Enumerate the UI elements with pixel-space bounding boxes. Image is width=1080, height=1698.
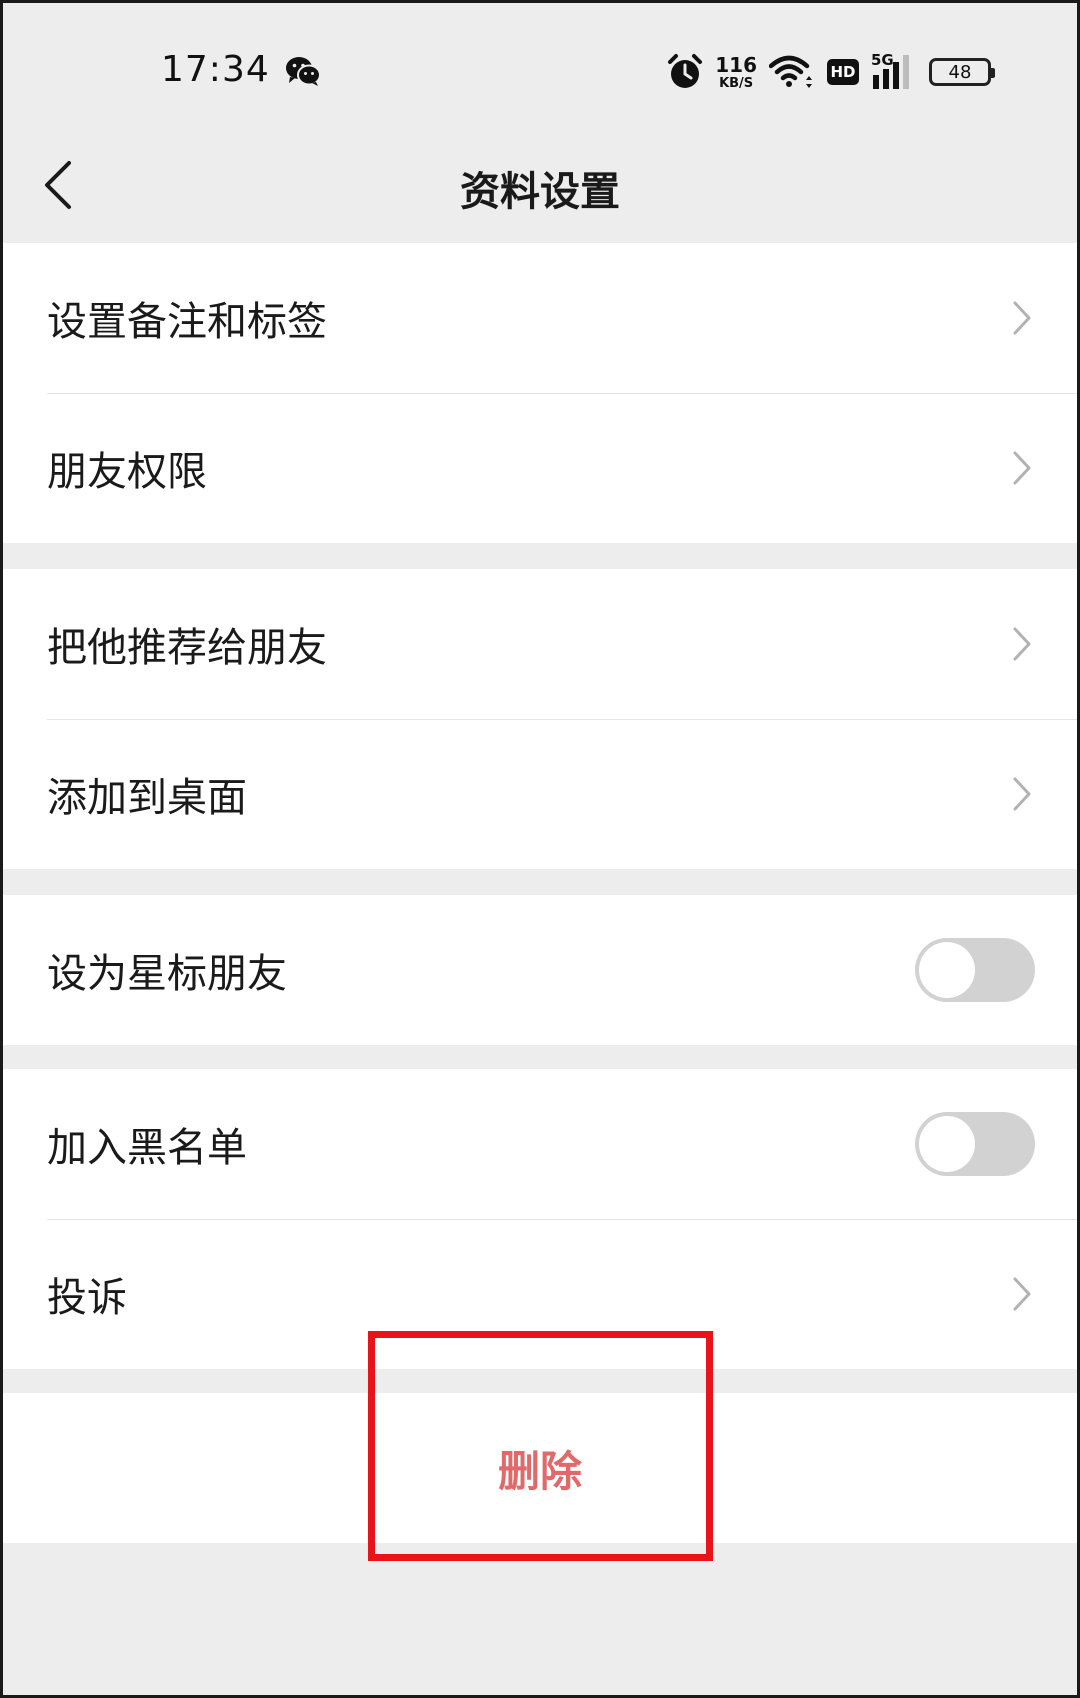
status-bar: 17:34 116 KB/S HD 5G 48 <box>3 3 1077 133</box>
row-friend-permissions[interactable]: 朋友权限 <box>3 393 1077 543</box>
nav-bar: 资料设置 <box>3 133 1077 243</box>
row-label: 加入黑名单 <box>47 1125 247 1171</box>
blacklist-toggle[interactable] <box>915 1112 1035 1176</box>
battery-level: 48 <box>948 61 972 83</box>
network-speed-value: 116 <box>715 52 757 77</box>
row-star-friend: 设为星标朋友 <box>3 895 1077 1045</box>
row-blacklist: 加入黑名单 <box>3 1069 1077 1219</box>
wechat-icon <box>286 57 321 86</box>
chevron-right-icon <box>1013 777 1031 811</box>
highlight-box <box>368 1331 713 1561</box>
signal-indicator: 5G <box>871 51 917 91</box>
screen: 17:34 116 KB/S HD 5G 48 资料设置 设置备注和标签 朋友权… <box>0 0 1080 1698</box>
row-recommend-to-friend[interactable]: 把他推荐给朋友 <box>3 569 1077 719</box>
chevron-right-icon <box>1013 1277 1031 1311</box>
row-label: 设为星标朋友 <box>47 951 287 997</box>
settings-group-4: 加入黑名单 投诉 <box>3 1069 1077 1369</box>
row-remark-and-tags[interactable]: 设置备注和标签 <box>3 243 1077 393</box>
chevron-right-icon <box>1013 301 1031 335</box>
settings-group-3: 设为星标朋友 <box>3 895 1077 1045</box>
row-label: 朋友权限 <box>47 449 207 495</box>
alarm-icon <box>668 54 703 88</box>
row-label: 添加到桌面 <box>47 775 247 821</box>
hd-badge: HD <box>827 59 859 85</box>
status-icons: 116 KB/S HD 5G 48 <box>667 51 995 93</box>
settings-group-1: 设置备注和标签 朋友权限 <box>3 243 1077 543</box>
row-label: 设置备注和标签 <box>47 299 327 345</box>
row-label: 把他推荐给朋友 <box>47 625 327 671</box>
network-speed-unit: KB/S <box>719 75 754 91</box>
signal-icon <box>873 55 909 89</box>
wifi-icon <box>769 55 812 88</box>
page-title: 资料设置 <box>460 169 620 215</box>
toggle-knob <box>919 942 975 998</box>
battery-icon: 48 <box>929 58 995 86</box>
network-speed: 116 KB/S <box>715 55 757 90</box>
settings-group-2: 把他推荐给朋友 添加到桌面 <box>3 569 1077 869</box>
status-time: 17:34 <box>161 49 270 90</box>
star-friend-toggle[interactable] <box>915 938 1035 1002</box>
toggle-knob <box>919 1116 975 1172</box>
row-label: 投诉 <box>47 1275 127 1321</box>
chevron-right-icon <box>1013 627 1031 661</box>
chevron-right-icon <box>1013 451 1031 485</box>
row-add-to-desktop[interactable]: 添加到桌面 <box>3 719 1077 869</box>
